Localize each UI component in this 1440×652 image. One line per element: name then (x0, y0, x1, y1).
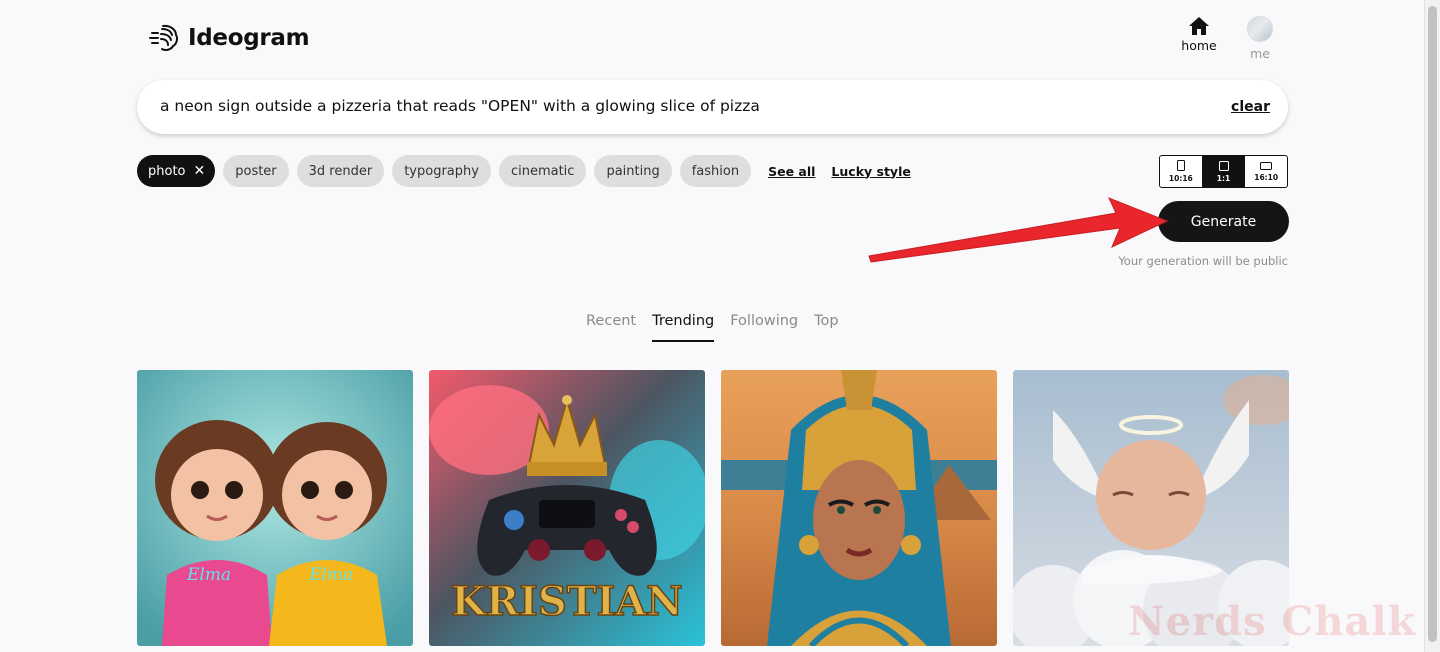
see-all-link[interactable]: See all (768, 164, 815, 179)
close-icon[interactable]: ✕ (194, 164, 206, 178)
tab-following[interactable]: Following (730, 313, 798, 342)
tab-recent[interactable]: Recent (586, 313, 636, 342)
gallery: Elma Elma KRISTIAN (137, 370, 1289, 646)
ratio-1-1[interactable]: 1:1 (1202, 156, 1246, 187)
chip-typography[interactable]: typography (392, 155, 491, 187)
chip-photo[interactable]: photo ✕ (137, 155, 216, 187)
chip-3d-render[interactable]: 3d render (296, 155, 385, 187)
home-icon (1189, 17, 1209, 35)
lucky-style-link[interactable]: Lucky style (831, 164, 910, 179)
square-ratio-icon (1218, 160, 1229, 171)
gallery-image-toddlers[interactable]: Elma Elma (137, 370, 413, 646)
chip-cinematic[interactable]: cinematic (498, 155, 587, 187)
hoodie-text: Elma (308, 565, 353, 585)
ratio-10-16[interactable]: 10:16 (1160, 156, 1203, 187)
chip-fashion[interactable]: fashion (679, 155, 752, 187)
style-chips: photo ✕ poster 3d render typography cine… (137, 155, 911, 187)
public-note: Your generation will be public (1118, 254, 1288, 268)
prompt-text[interactable]: a neon sign outside a pizzeria that read… (160, 97, 760, 115)
clear-button[interactable]: clear (1231, 99, 1270, 115)
gallery-image-controller[interactable]: KRISTIAN (429, 370, 705, 646)
generate-button[interactable]: Generate (1158, 201, 1289, 242)
nav-me[interactable]: me (1240, 16, 1280, 61)
nav-home[interactable]: home (1178, 16, 1220, 53)
landscape-ratio-icon (1260, 161, 1273, 170)
brain-logo-icon (149, 24, 178, 51)
nav-home-label: home (1181, 38, 1217, 53)
ratio-label: 16:10 (1254, 172, 1279, 182)
aspect-ratio-selector: 10:16 1:1 16:10 (1159, 155, 1288, 188)
toddlers-illustration: Elma Elma (137, 370, 413, 646)
scrollbar[interactable] (1424, 0, 1440, 652)
feed-tabs: Recent Trending Following Top (586, 313, 839, 342)
ratio-16-10[interactable]: 16:10 (1245, 156, 1287, 187)
tab-trending[interactable]: Trending (652, 313, 715, 342)
ratio-label: 1:1 (1216, 173, 1231, 183)
hoodie-text: Elma (186, 565, 231, 585)
controller-illustration: KRISTIAN (429, 370, 705, 646)
ratio-label: 10:16 (1168, 174, 1193, 183)
tab-top[interactable]: Top (814, 313, 838, 342)
nav-me-label: me (1250, 46, 1270, 61)
scrollbar-thumb[interactable] (1428, 6, 1437, 642)
egyptian-queen-illustration (721, 370, 997, 646)
portrait-ratio-icon (1176, 160, 1185, 171)
avatar (1247, 16, 1273, 42)
prompt-input[interactable]: a neon sign outside a pizzeria that read… (137, 80, 1288, 134)
gallery-image-egyptian-queen[interactable] (721, 370, 997, 646)
logo-text: Ideogram (188, 25, 310, 51)
chip-label: photo (148, 163, 186, 179)
chip-poster[interactable]: poster (223, 155, 289, 187)
chip-painting[interactable]: painting (594, 155, 672, 187)
watermark: Nerds Chalk (1128, 598, 1417, 645)
logo[interactable]: Ideogram (149, 22, 310, 54)
controller-name-text: KRISTIAN (451, 578, 683, 625)
